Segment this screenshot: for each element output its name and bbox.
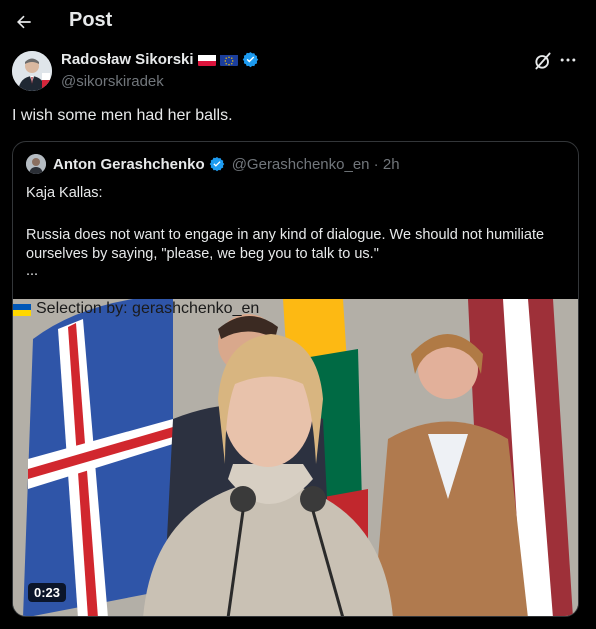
verified-badge-icon — [242, 51, 259, 68]
poland-flag-icon — [197, 54, 216, 66]
quote-author-name[interactable]: Anton Gerashchenko — [53, 156, 205, 173]
quote-author-handle[interactable]: @Gerashchenko_en · 2h — [232, 156, 400, 173]
arrow-left-icon — [17, 15, 31, 29]
eu-flag-icon — [219, 54, 238, 66]
quote-text-ellipsis: ... — [26, 263, 39, 279]
quote-author-avatar[interactable] — [26, 154, 46, 174]
page-title: Post — [69, 9, 113, 31]
author-row: Radosław Sikorski — [61, 51, 259, 68]
post-header: Post — [0, 0, 596, 44]
video-player[interactable] — [13, 299, 578, 616]
author-avatar[interactable] — [12, 51, 52, 91]
quote-text-body: Russia does not want to engage in any ki… — [26, 227, 545, 262]
quoted-post[interactable]: Anton Gerashchenko @Gerashchenko_en · 2h… — [12, 141, 579, 617]
video-frame — [13, 299, 578, 616]
back-button[interactable] — [10, 8, 38, 36]
video-caption-text: Selection by: gerashchenko_en — [36, 300, 260, 317]
grok-icon[interactable] — [533, 51, 553, 71]
more-options-icon[interactable] — [558, 50, 580, 70]
quote-text-line: Kaja Kallas: — [26, 185, 103, 201]
quote-header: Anton Gerashchenko @Gerashchenko_en · 2h — [53, 156, 400, 173]
video-caption: Selection by: gerashchenko_en — [13, 300, 259, 318]
video-duration-badge: 0:23 — [28, 583, 67, 602]
author-handle[interactable]: @sikorskiradek — [61, 73, 164, 90]
verified-badge-icon — [209, 156, 226, 173]
author-name[interactable]: Radosław Sikorski — [61, 51, 194, 68]
ukraine-flag-icon — [13, 303, 31, 316]
post-text: I wish some men had her balls. — [12, 107, 233, 124]
